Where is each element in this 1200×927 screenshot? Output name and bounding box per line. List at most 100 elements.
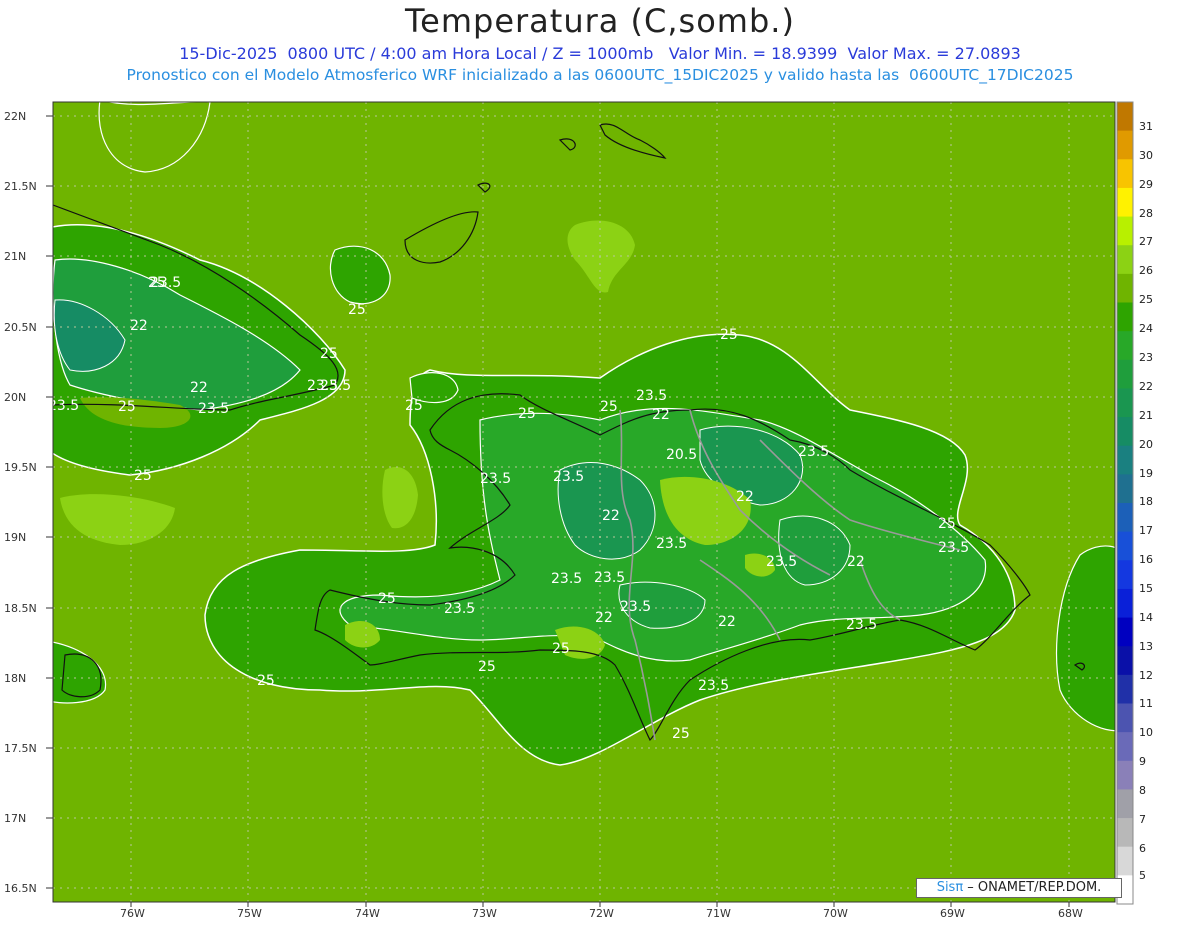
colorbar-swatch — [1117, 388, 1133, 418]
contour-label: 22 — [595, 610, 613, 626]
colorbar-swatch — [1117, 646, 1133, 676]
colorbar-swatch — [1117, 245, 1133, 275]
lat-tick-label: 17.5N — [4, 742, 37, 755]
colorbar-swatch — [1117, 273, 1133, 303]
colorbar-swatch — [1117, 760, 1133, 790]
colorbar-label: 28 — [1139, 207, 1153, 220]
colorbar-swatch — [1117, 560, 1133, 590]
colorbar-label: 6 — [1139, 842, 1146, 855]
lon-tick-label: 75W — [237, 907, 262, 920]
colorbar-swatch — [1117, 216, 1133, 246]
colorbar-label: 8 — [1139, 784, 1146, 797]
contour-label: 23.5 — [636, 388, 667, 404]
lat-tick-label: 18N — [4, 672, 26, 685]
colorbar-label: 29 — [1139, 178, 1153, 191]
contour-label: 23.5 — [766, 554, 797, 570]
contour-label: 23.5 — [551, 571, 582, 587]
colorbar-label: 18 — [1139, 495, 1153, 508]
colorbar-swatch — [1117, 732, 1133, 762]
colorbar-label: 12 — [1139, 669, 1153, 682]
contour-label: 20.5 — [666, 447, 697, 463]
contour-label: 25 — [118, 399, 136, 415]
colorbar-swatch — [1117, 417, 1133, 447]
colorbar-swatch — [1117, 445, 1133, 475]
lon-ticks — [130, 902, 1070, 907]
colorbar-label: 31 — [1139, 120, 1153, 133]
colorbar-swatch — [1117, 359, 1133, 389]
lat-tick-label: 16.5N — [4, 882, 37, 895]
colorbar-swatch — [1117, 846, 1133, 876]
colorbar-label: 24 — [1139, 322, 1153, 335]
contour-label: 23.5 — [620, 599, 651, 615]
contour-label: 25 — [320, 346, 338, 362]
lon-tick-label: 73W — [472, 907, 497, 920]
contour-label: 22 — [847, 554, 865, 570]
lat-tick-label: 20.5N — [4, 321, 37, 334]
contour-label: 23.5 — [150, 275, 181, 291]
colorbar-label: 13 — [1139, 640, 1153, 653]
contour-label: 25 — [405, 398, 423, 414]
contour-label: 22 — [652, 407, 670, 423]
contour-label: 25 — [938, 516, 956, 532]
contour-label: 25 — [257, 673, 275, 689]
lat-axis: 22N 21.5N 21N 20.5N 20N 19.5N 19N 18.5N … — [4, 110, 37, 895]
colorbar-swatch — [1117, 503, 1133, 533]
contour-label: 23.5 — [480, 471, 511, 487]
colorbar-swatch — [1117, 159, 1133, 189]
colorbar-swatch — [1117, 187, 1133, 218]
lat-tick-label: 18.5N — [4, 602, 37, 615]
colorbar-swatch — [1117, 531, 1133, 561]
colorbar-swatch — [1117, 302, 1133, 332]
colorbar-label: 30 — [1139, 149, 1153, 162]
lon-tick-label: 68W — [1058, 907, 1083, 920]
colorbar-swatch — [1117, 674, 1133, 704]
colorbar-label: 22 — [1139, 380, 1153, 393]
contour-label: 22 — [130, 318, 148, 334]
colorbar-label: 21 — [1139, 409, 1153, 422]
colorbar-label: 5 — [1139, 869, 1146, 882]
lon-tick-label: 69W — [940, 907, 965, 920]
contour-label: 23.5 — [798, 444, 829, 460]
colorbar-label: 20 — [1139, 438, 1153, 451]
colorbar-label: 27 — [1139, 235, 1153, 248]
contour-label: 25 — [552, 641, 570, 657]
colorbar-swatch — [1117, 818, 1133, 848]
lat-tick-label: 17N — [4, 812, 26, 825]
contour-label: 23.5 — [553, 469, 584, 485]
lon-axis: 76W 75W 74W 73W 72W 71W 70W 69W 68W — [120, 907, 1083, 920]
colorbar: 31 30 29 28 27 26 25 24 23 22 21 20 19 1… — [1116, 101, 1153, 905]
contour-label: 23.5 — [320, 378, 351, 394]
sispi-logo: Sisπ — [936, 880, 964, 895]
colorbar-label: 25 — [1139, 293, 1153, 306]
lat-tick-label: 21N — [4, 250, 26, 263]
colorbar-swatch — [1117, 102, 1133, 132]
lat-ticks — [46, 115, 53, 889]
lat-tick-label: 21.5N — [4, 180, 37, 193]
colorbar-swatch — [1117, 331, 1133, 361]
colorbar-label: 10 — [1139, 726, 1153, 739]
lon-tick-label: 74W — [355, 907, 380, 920]
lon-tick-label: 71W — [706, 907, 731, 920]
contour-label: 23.5 — [938, 540, 969, 556]
colorbar-label: 26 — [1139, 264, 1153, 277]
contour-label: 25 — [600, 399, 618, 415]
colorbar-label: 19 — [1139, 467, 1153, 480]
colorbar-label: 17 — [1139, 524, 1153, 537]
colorbar-swatch — [1117, 130, 1133, 160]
temperature-map: 25 23.5 22 25 23.5 22 23.5 25 23.5 25 25… — [4, 101, 1153, 920]
contour-label: 23.5 — [198, 401, 229, 417]
colorbar-label: 15 — [1139, 582, 1153, 595]
colorbar-label: 16 — [1139, 553, 1153, 566]
contour-label: 25 — [672, 726, 690, 742]
lat-tick-label: 19.5N — [4, 461, 37, 474]
contour-label: 22 — [190, 380, 208, 396]
contour-label: 25 — [134, 468, 152, 484]
contour-label: 25 — [348, 302, 366, 318]
contour-label: 22 — [718, 614, 736, 630]
colorbar-labels: 31 30 29 28 27 26 25 24 23 22 21 20 19 1… — [1139, 120, 1153, 882]
lon-tick-label: 76W — [120, 907, 145, 920]
credit-box: Sisπ – ONAMET/REP.DOM. — [916, 878, 1122, 898]
lat-tick-label: 22N — [4, 110, 26, 123]
lat-tick-label: 19N — [4, 531, 26, 544]
colorbar-swatch — [1117, 588, 1133, 619]
